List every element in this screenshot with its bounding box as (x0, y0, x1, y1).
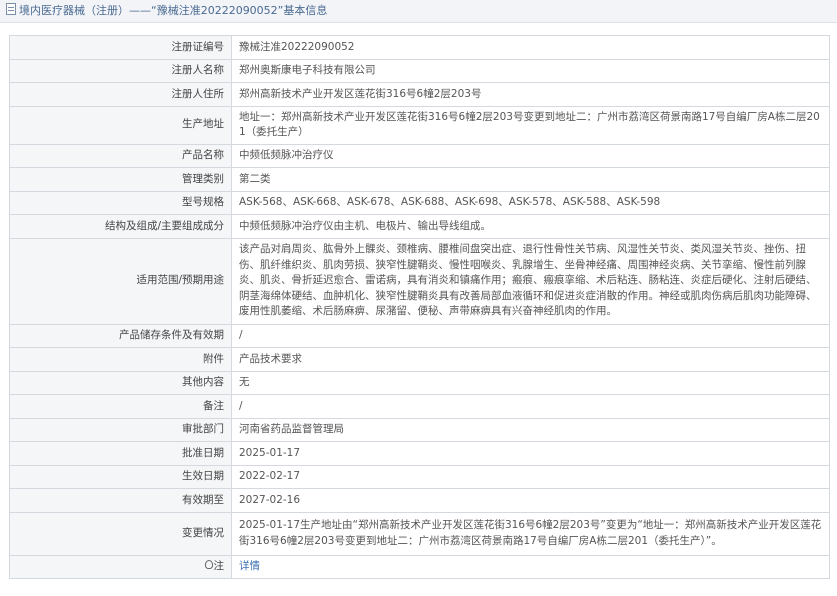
row-value: 豫械注准20222090052 (231, 35, 830, 60)
row-value: 2025-01-17 (231, 441, 830, 466)
table-row: 其他内容 无 (9, 370, 830, 395)
row-value: ASK-568、ASK-668、ASK-678、ASK-688、ASK-698、… (231, 190, 830, 215)
row-value: 中频低频脉冲治疗仪 (231, 143, 830, 168)
table-row: 注册人名称 郑州奥斯康电子科技有限公司 (9, 58, 830, 83)
row-label: 变更情况 (9, 511, 232, 556)
row-label: 备注 (9, 394, 232, 419)
info-table-wrapper: 注册证编号 豫械注准20222090052 注册人名称 郑州奥斯康电子科技有限公… (0, 23, 837, 579)
row-value: 郑州高新技术产业开发区莲花街316号6幢2层203号 (231, 82, 830, 107)
row-value: 2022-02-17 (231, 464, 830, 489)
row-value: / (231, 394, 830, 419)
row-label: 批准日期 (9, 441, 232, 466)
table-row: 附件 产品技术要求 (9, 347, 830, 372)
page-header: 境内医疗器械（注册）——“豫械注准20222090052”基本信息 (0, 0, 837, 23)
info-table: 注册证编号 豫械注准20222090052 注册人名称 郑州奥斯康电子科技有限公… (9, 35, 830, 579)
table-row: 审批部门 河南省药品监督管理局 (9, 417, 830, 442)
row-label: 生产地址 (9, 105, 232, 145)
row-label: 附件 (9, 347, 232, 372)
row-label: 适用范围/预期用途 (9, 237, 232, 325)
note-label: 注 (213, 560, 225, 572)
note-label-cell: 注 (9, 554, 232, 579)
row-label: 注册人名称 (9, 58, 232, 83)
table-row: 生产地址 地址一：郑州高新技术产业开发区莲花街316号6幢2层203号变更到地址… (9, 105, 830, 145)
lightbulb-icon (204, 560, 213, 569)
row-value: 产品技术要求 (231, 347, 830, 372)
row-label: 管理类别 (9, 167, 232, 192)
row-value: / (231, 323, 830, 348)
table-row: 备注 / (9, 394, 830, 419)
row-label: 型号规格 (9, 190, 232, 215)
table-row: 变更情况 2025-01-17生产地址由“郑州高新技术产业开发区莲花街316号6… (9, 511, 830, 556)
row-label: 审批部门 (9, 417, 232, 442)
table-row: 管理类别 第二类 (9, 167, 830, 192)
table-row: 生效日期 2022-02-17 (9, 464, 830, 489)
table-row: 注册证编号 豫械注准20222090052 (9, 35, 830, 60)
details-link[interactable]: 详情 (239, 560, 260, 572)
row-value: 该产品对肩周炎、肱骨外上髁炎、颈椎病、腰椎间盘突出症、退行性骨性关节病、风湿性关… (231, 237, 830, 325)
table-row: 产品储存条件及有效期 / (9, 323, 830, 348)
row-value: 郑州奥斯康电子科技有限公司 (231, 58, 830, 83)
row-label: 其他内容 (9, 370, 232, 395)
table-row: 产品名称 中频低频脉冲治疗仪 (9, 143, 830, 168)
row-label: 注册人住所 (9, 82, 232, 107)
row-label: 注册证编号 (9, 35, 232, 60)
row-value: 第二类 (231, 167, 830, 192)
row-value: 无 (231, 370, 830, 395)
table-row-note: 注 详情 (9, 554, 830, 579)
row-label: 生效日期 (9, 464, 232, 489)
table-row: 结构及组成/主要组成成分 中频低频脉冲治疗仪由主机、电极片、输出导线组成。 (9, 214, 830, 239)
page-title: 境内医疗器械（注册）——“豫械注准20222090052”基本信息 (19, 4, 328, 17)
row-value: 河南省药品监督管理局 (231, 417, 830, 442)
table-row: 批准日期 2025-01-17 (9, 441, 830, 466)
row-label: 产品储存条件及有效期 (9, 323, 232, 348)
row-value: 2025-01-17生产地址由“郑州高新技术产业开发区莲花街316号6幢2层20… (231, 511, 830, 556)
row-label: 结构及组成/主要组成成分 (9, 214, 232, 239)
row-value: 中频低频脉冲治疗仪由主机、电极片、输出导线组成。 (231, 214, 830, 239)
row-value: 2027-02-16 (231, 488, 830, 513)
note-value-cell: 详情 (231, 554, 830, 579)
row-label: 产品名称 (9, 143, 232, 168)
table-row: 型号规格 ASK-568、ASK-668、ASK-678、ASK-688、ASK… (9, 190, 830, 215)
row-value: 地址一：郑州高新技术产业开发区莲花街316号6幢2层203号变更到地址二：广州市… (231, 105, 830, 145)
table-row: 适用范围/预期用途 该产品对肩周炎、肱骨外上髁炎、颈椎病、腰椎间盘突出症、退行性… (9, 237, 830, 325)
table-row: 有效期至 2027-02-16 (9, 488, 830, 513)
table-row: 注册人住所 郑州高新技术产业开发区莲花街316号6幢2层203号 (9, 82, 830, 107)
row-label: 有效期至 (9, 488, 232, 513)
document-icon (6, 3, 16, 15)
